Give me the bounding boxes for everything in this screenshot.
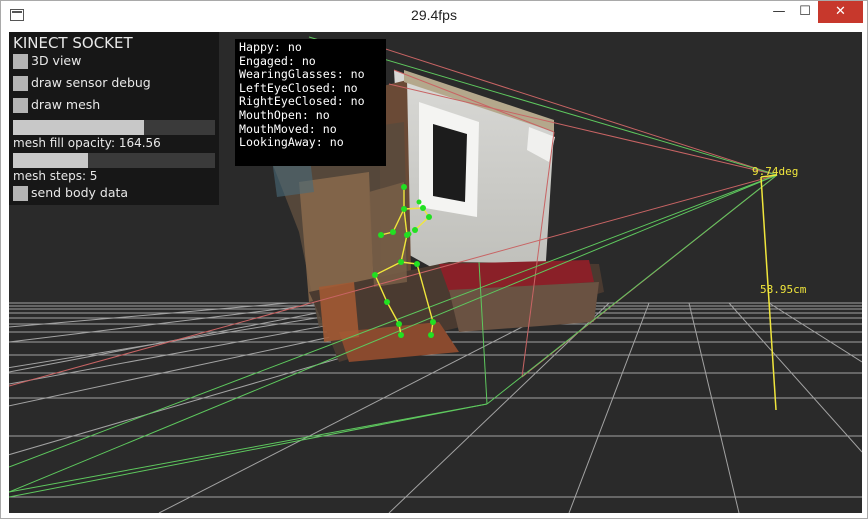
face-property-row: WearingGlasses: no: [239, 67, 365, 82]
face-property-row: RightEyeClosed: no: [239, 94, 365, 109]
toggle-draw-mesh[interactable]: draw mesh: [13, 97, 213, 115]
face-properties-panel: Happy: no Engaged: no WearingGlasses: no…: [235, 39, 386, 166]
sensor-angle-readout: 9.74deg: [752, 165, 799, 178]
face-property-row: MouthMoved: no: [239, 121, 337, 136]
mesh-fill-opacity-label: mesh fill opacity: 164.56: [13, 136, 161, 150]
slider-fill: [13, 120, 145, 135]
checkbox-icon[interactable]: [13, 54, 28, 69]
face-property-row: MouthOpen: no: [239, 107, 330, 122]
toggle-label: draw mesh: [31, 97, 101, 112]
sensor-height-readout: 58.95cm: [760, 283, 807, 296]
minimize-button[interactable]: —: [765, 1, 793, 23]
checkbox-icon[interactable]: [13, 186, 28, 201]
mesh-steps-slider[interactable]: [13, 153, 215, 168]
toggle-label: draw sensor debug: [31, 75, 151, 90]
face-properties-list: Happy: no Engaged: no WearingGlasses: no…: [239, 40, 365, 150]
panel-title: KINECT SOCKET: [13, 34, 133, 52]
slider-fill: [13, 153, 88, 168]
checkbox-icon[interactable]: [13, 76, 28, 91]
3d-viewport[interactable]: KINECT SOCKET 3D view draw sensor debug …: [9, 32, 862, 513]
toggle-label: 3D view: [31, 53, 82, 68]
face-property-row: LookingAway: no: [239, 135, 344, 150]
title-bar[interactable]: 29.4fps — ☐ ✕: [1, 1, 867, 32]
app-window: 29.4fps — ☐ ✕ KINECT SOCKET 3D view draw…: [0, 0, 868, 519]
toggle-draw-sensor-debug[interactable]: draw sensor debug: [13, 75, 213, 93]
mesh-fill-opacity-slider[interactable]: [13, 120, 215, 135]
checkbox-icon[interactable]: [13, 98, 28, 113]
control-panel: KINECT SOCKET 3D view draw sensor debug …: [9, 32, 219, 205]
window-title: 29.4fps: [411, 7, 457, 23]
toggle-3d-view[interactable]: 3D view: [13, 53, 213, 71]
toggle-label: send body data: [31, 185, 129, 200]
face-property-row: Engaged: no: [239, 53, 316, 68]
close-button[interactable]: ✕: [818, 1, 863, 23]
maximize-button[interactable]: ☐: [791, 1, 819, 23]
face-property-row: LeftEyeClosed: no: [239, 80, 358, 95]
face-property-row: Happy: no: [239, 40, 302, 54]
toggle-send-body-data[interactable]: send body data: [13, 185, 213, 203]
mesh-steps-label: mesh steps: 5: [13, 169, 98, 183]
